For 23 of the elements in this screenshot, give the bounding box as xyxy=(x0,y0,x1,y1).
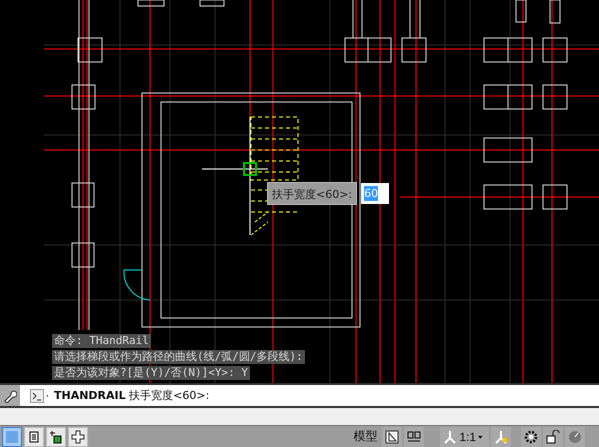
view-button[interactable] xyxy=(46,426,66,446)
annotation-icon xyxy=(443,430,458,444)
command-line-text: THANDRAIL 扶手宽度<60>: xyxy=(54,388,210,403)
lock-icon xyxy=(546,430,560,444)
grid-display-button[interactable] xyxy=(382,426,402,446)
dynamic-input-prompt: 扶手宽度<60>: xyxy=(267,182,358,205)
settings-icon xyxy=(524,430,538,444)
grid-icon xyxy=(5,430,19,444)
panels-icon xyxy=(407,430,422,444)
gauge-icon xyxy=(568,430,582,444)
view-button[interactable] xyxy=(68,426,88,446)
wrench-icon xyxy=(3,388,17,402)
sheet-icon xyxy=(27,430,41,444)
model-label[interactable]: 模型 xyxy=(350,428,380,445)
lock-button[interactable] xyxy=(543,426,563,446)
annotation-visibility-button[interactable] xyxy=(491,426,511,446)
view-button[interactable] xyxy=(24,426,44,446)
annotation-scale-button[interactable]: 1:1 xyxy=(440,426,489,446)
command-line-field[interactable]: THANDRAIL 扶手宽度<60>: xyxy=(20,385,599,406)
annotation-icon xyxy=(494,430,508,444)
layout-icon xyxy=(49,430,63,444)
settings-button[interactable] xyxy=(521,426,541,446)
split-view-button[interactable] xyxy=(404,426,424,446)
